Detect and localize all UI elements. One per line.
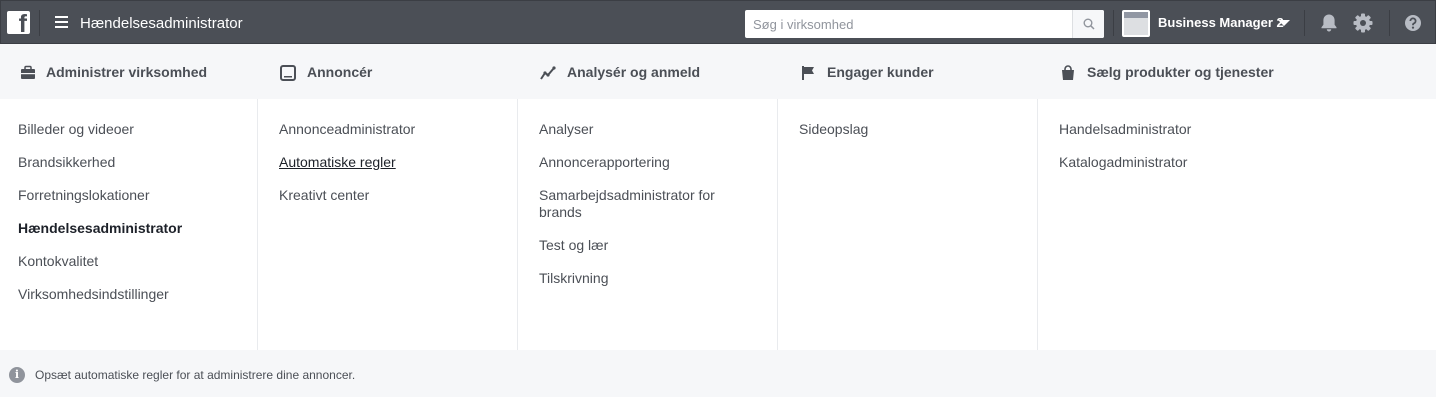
menu-item-active[interactable]: Hændelsesadministrator — [18, 220, 182, 237]
menu-item[interactable]: Tilskrivning — [539, 270, 609, 287]
divider — [39, 10, 40, 36]
search-box — [745, 10, 1104, 38]
column-saelg: Handelsadministrator Katalogadministrato… — [1038, 99, 1436, 350]
tablet-icon — [280, 65, 296, 81]
column-header-engager: Engager kunder — [778, 44, 1038, 99]
facebook-logo-icon[interactable]: f — [7, 11, 30, 34]
menu-item[interactable]: Virksomhedsindstillinger — [18, 286, 169, 303]
column-header-saelg: Sælg produkter og tjenester — [1038, 44, 1436, 99]
briefcase-icon — [21, 65, 35, 79]
trend-chart-icon — [540, 66, 556, 80]
shopping-bag-icon — [1062, 65, 1074, 80]
search-icon — [1083, 18, 1095, 30]
footer-description: Opsæt automatiske regler for at administ… — [35, 368, 356, 382]
divider — [1389, 10, 1390, 36]
app-title: Hændelsesadministrator — [80, 15, 243, 32]
menu-item[interactable]: Samarbejdsadministrator for brands — [539, 187, 739, 221]
menu-item[interactable]: Test og lær — [539, 237, 608, 254]
menu-item[interactable]: Annoncerapportering — [539, 154, 670, 171]
column-header-analyser: Analysér og anmeld — [518, 44, 778, 99]
info-footer: i Opsæt automatiske regler for at admini… — [0, 350, 1436, 397]
divider — [1113, 10, 1114, 36]
menu-header-row: Administrer virksomhed Annoncér Analysér… — [0, 44, 1436, 99]
search-button[interactable] — [1072, 10, 1104, 38]
column-header-administrer: Administrer virksomhed — [0, 44, 258, 99]
gear-icon[interactable] — [1352, 12, 1374, 34]
menu-item[interactable]: Handelsadministrator — [1059, 121, 1191, 138]
flag-icon — [802, 66, 814, 80]
menu-item[interactable]: Billeder og videoer — [18, 121, 134, 138]
menu-item[interactable]: Kreativt center — [279, 187, 369, 204]
menu-item[interactable]: Annonceadministrator — [279, 121, 415, 138]
menu-item[interactable]: Forretningslokationer — [18, 187, 150, 204]
column-annoncer: Annonceadministrator Automatiske regler … — [258, 99, 518, 350]
column-header-annoncer: Annoncér — [258, 44, 518, 99]
help-icon[interactable] — [1403, 13, 1423, 33]
divider — [1304, 10, 1305, 36]
search-input[interactable] — [745, 10, 1072, 38]
menu-item[interactable]: Kontokvalitet — [18, 253, 98, 270]
hamburger-menu-icon[interactable] — [55, 16, 68, 29]
menu-item[interactable]: Analyser — [539, 121, 593, 138]
column-analyser: Analyser Annoncerapportering Samarbejdsa… — [518, 99, 778, 350]
menu-item[interactable]: Katalogadministrator — [1059, 154, 1187, 171]
menu-item[interactable]: Sideopslag — [799, 121, 868, 138]
chevron-down-icon[interactable] — [1278, 20, 1290, 26]
business-switcher-label[interactable]: Business Manager 2 — [1158, 15, 1284, 31]
menu-columns: Billeder og videoer Brandsikkerhed Forre… — [0, 99, 1436, 350]
top-navigation-bar: f Hændelsesadministrator Business Manage… — [0, 0, 1436, 44]
info-icon: i — [9, 367, 25, 383]
column-administrer: Billeder og videoer Brandsikkerhed Forre… — [0, 99, 258, 350]
column-engager: Sideopslag — [778, 99, 1038, 350]
menu-item[interactable]: Brandsikkerhed — [18, 154, 115, 171]
menu-item-hovered[interactable]: Automatiske regler — [279, 154, 396, 171]
bell-icon[interactable] — [1318, 12, 1340, 34]
business-avatar[interactable] — [1122, 10, 1150, 37]
